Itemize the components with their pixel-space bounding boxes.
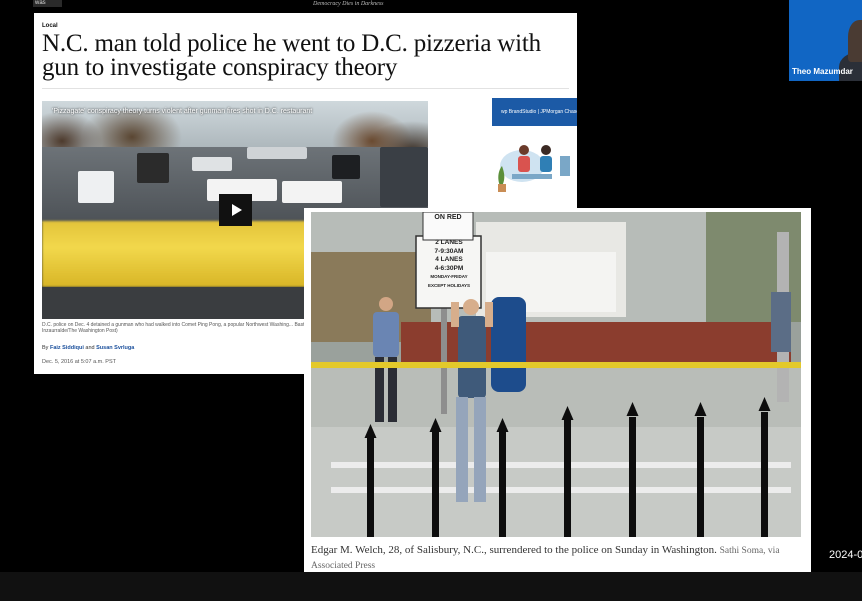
ad-label: wp BrandStudio | JPMorgan Chase xyxy=(492,98,577,126)
photo-overlay: ON RED 2 LANES 7-9:30AM 4 LANES 4-6:30PM… xyxy=(304,208,811,572)
section-label[interactable]: Local xyxy=(42,23,58,29)
participant-avatar xyxy=(848,20,862,62)
participant-name: Theo Mazumdar xyxy=(792,67,853,76)
photo-caption: Edgar M. Welch, 28, of Salisbury, N.C., … xyxy=(311,544,780,571)
article-headline: N.C. man told police he went to D.C. piz… xyxy=(42,30,541,81)
play-button[interactable] xyxy=(219,194,252,226)
play-icon xyxy=(231,204,242,216)
corner-logo: was xyxy=(33,0,62,7)
news-photo: ON RED 2 LANES 7-9:30AM 4 LANES 4-6:30PM… xyxy=(311,212,801,537)
participant-video-tile[interactable]: Theo Mazumdar xyxy=(789,0,862,81)
sidebar-ad[interactable]: wp BrandStudio | JPMorgan Chase xyxy=(492,98,577,208)
tagline: Democracy Dies in Darkness xyxy=(313,1,384,7)
byline: By Faiz Siddiqui and Susan Svrluga xyxy=(42,345,135,351)
author-link[interactable]: Faiz Siddiqui xyxy=(50,345,84,351)
dateline: Dec. 5, 2016 at 5:07 a.m. PST xyxy=(42,359,116,365)
author-link[interactable]: Susan Svrluga xyxy=(96,345,134,351)
video-caption: D.C. police on Dec. 4 detained a gunman … xyxy=(42,322,312,334)
divider xyxy=(42,88,569,89)
video-title: 'Pizzagate' conspiracy theory turns viol… xyxy=(52,108,313,115)
meeting-toolbar xyxy=(0,572,862,601)
traffic-sign: 2 LANES 7-9:30AM 4 LANES 4-6:30PM MONDAY… xyxy=(427,239,471,288)
ad-illustration xyxy=(492,126,577,208)
traffic-sign-header: ON RED xyxy=(434,214,462,221)
timestamp: 2024-0 xyxy=(829,549,862,561)
